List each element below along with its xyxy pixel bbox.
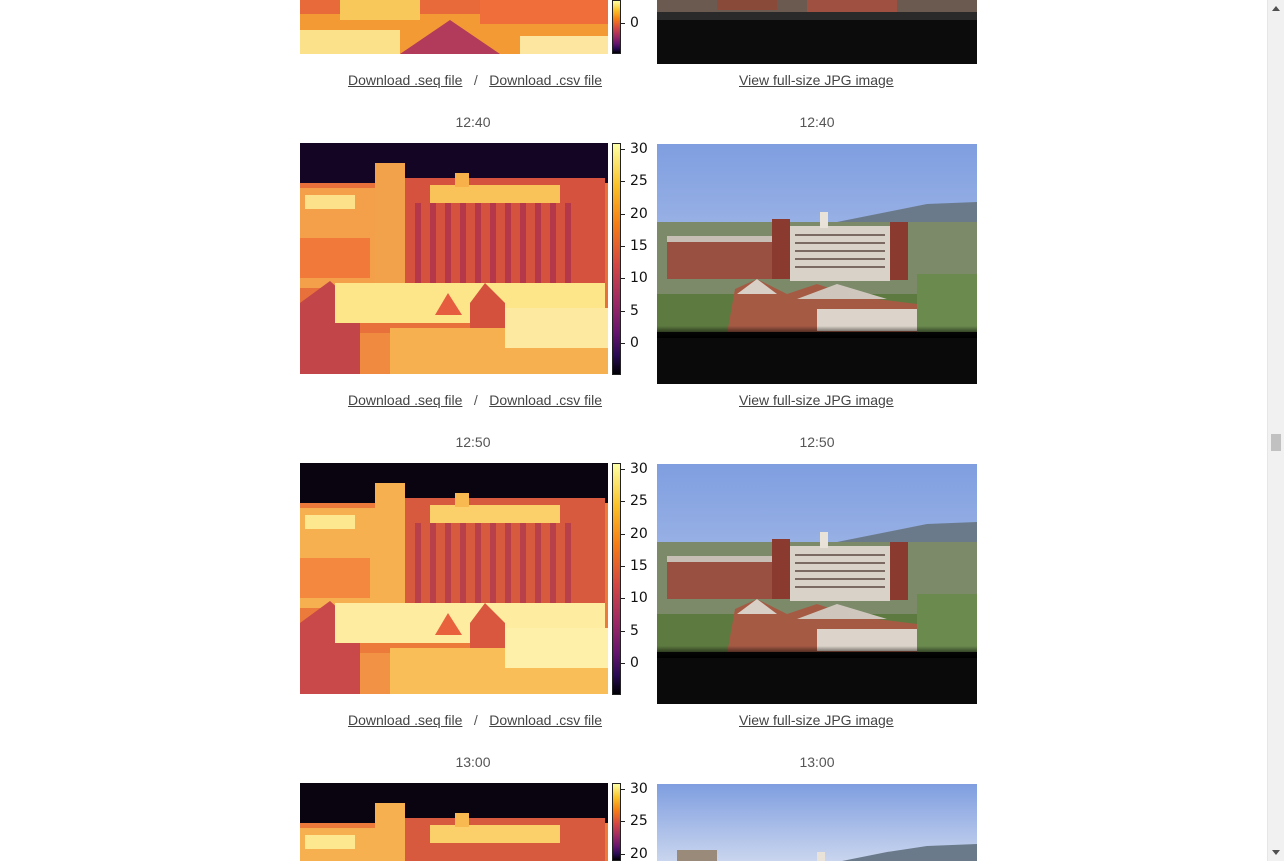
thermal-image [300, 0, 608, 54]
colorbar [612, 463, 621, 695]
colorbar-tick-label: 15 [630, 238, 648, 254]
thermal-image [300, 143, 608, 374]
thermal-timestamp: 12:50 [455, 434, 491, 450]
vertical-scrollbar[interactable] [1267, 0, 1284, 861]
colorbar-ticks: 30 25 20 [621, 781, 651, 862]
colorbar-ticks: 30 25 20 15 10 5 0 [621, 461, 651, 695]
photo-timestamp: 12:50 [799, 434, 835, 450]
thermal-timestamp: 12:40 [455, 114, 491, 130]
colorbar-tick-label: 30 [630, 461, 648, 477]
colorbar-tick-label: 20 [630, 526, 648, 542]
link-separator: / [473, 392, 478, 408]
download-seq-link[interactable]: Download .seq file [348, 72, 462, 88]
link-separator: / [473, 72, 478, 88]
scroll-down-icon[interactable] [1267, 844, 1284, 861]
camera-photo [657, 784, 977, 861]
colorbar-tick-label: 0 [630, 15, 639, 31]
view-jpg-link[interactable]: View full-size JPG image [739, 392, 894, 408]
view-jpg-link[interactable]: View full-size JPG image [739, 72, 894, 88]
colorbar-tick-label: 0 [630, 655, 639, 671]
scrollbar-thumb[interactable] [1271, 434, 1281, 451]
photo-timestamp: 13:00 [799, 754, 835, 770]
download-seq-link[interactable]: Download .seq file [348, 712, 462, 728]
photo-timestamp: 12:40 [799, 114, 835, 130]
colorbar-tick-label: 10 [630, 270, 648, 286]
colorbar [612, 143, 621, 375]
colorbar-tick-mark [621, 23, 625, 24]
thermal-image [300, 783, 608, 861]
colorbar-tick-label: 0 [630, 335, 639, 351]
colorbar-tick-label: 5 [630, 623, 639, 639]
colorbar-tick-label: 30 [630, 781, 648, 797]
colorbar-tick-label: 20 [630, 846, 648, 862]
camera-photo [657, 0, 977, 64]
camera-photo [657, 144, 977, 384]
colorbar-tick-label: 30 [630, 141, 648, 157]
colorbar-tick-label: 10 [630, 590, 648, 606]
colorbar [612, 783, 621, 861]
colorbar-tick-label: 15 [630, 558, 648, 574]
colorbar-tick-label: 25 [630, 493, 648, 509]
thermal-image [300, 463, 608, 694]
colorbar-ticks: 30 25 20 15 10 5 0 [621, 141, 651, 375]
colorbar-tick-label: 25 [630, 813, 648, 829]
colorbar [612, 0, 621, 54]
download-csv-link[interactable]: Download .csv file [489, 392, 602, 408]
camera-photo [657, 464, 977, 704]
download-csv-link[interactable]: Download .csv file [489, 712, 602, 728]
link-separator: / [473, 712, 478, 728]
view-jpg-link[interactable]: View full-size JPG image [739, 712, 894, 728]
colorbar-tick-label: 20 [630, 206, 648, 222]
download-seq-link[interactable]: Download .seq file [348, 392, 462, 408]
scroll-up-icon[interactable] [1267, 0, 1284, 17]
thermal-timestamp: 13:00 [455, 754, 491, 770]
colorbar-tick-label: 25 [630, 173, 648, 189]
colorbar-tick-label: 5 [630, 303, 639, 319]
download-csv-link[interactable]: Download .csv file [489, 72, 602, 88]
